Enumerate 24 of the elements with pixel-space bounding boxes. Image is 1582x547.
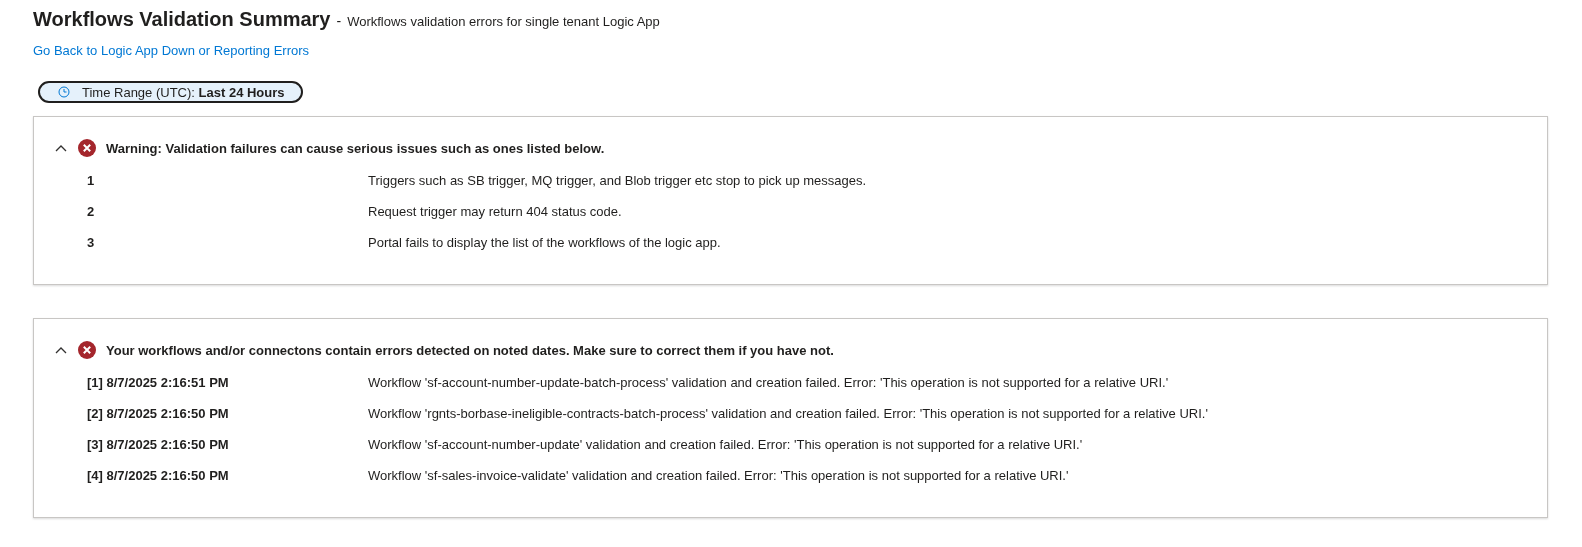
card-message: Your workflows and/or connectons contain errors detected on noted dates. Make sure to correct them if you have not. [106, 342, 834, 358]
card-message: Warning: Validation failures can cause serious issues such as ones listed below. [106, 140, 605, 156]
row-value: Triggers such as SB trigger, MQ trigger, and Blob trigger etc stop to pick up messages. [368, 173, 868, 188]
title-separator: - [336, 13, 342, 29]
row-key: [1] 8/7/2025 2:16:51 PM [87, 375, 368, 390]
row-value: Workflow 'sf-account-number-update' validation and creation failed. Error: 'This operation is not supported for a relative URI.' [368, 437, 1084, 452]
page-subtitle: Workflows validation errors for single tenant Logic App [347, 14, 660, 29]
clock-icon [58, 86, 70, 98]
back-link[interactable]: Go Back to Logic App Down or Reporting Errors [33, 43, 310, 58]
row-key: 1 [87, 173, 368, 188]
error-icon [78, 341, 96, 359]
page-title: Workflows Validation Summary [33, 8, 331, 31]
row-key: 2 [87, 204, 368, 219]
row-key: [3] 8/7/2025 2:16:50 PM [87, 437, 368, 452]
row-value: Workflow 'sf-sales-invoice-validate' validation and creation failed. Error: 'This operation is not supported for a relative URI.' [368, 468, 1070, 483]
row-key: [2] 8/7/2025 2:16:50 PM [87, 406, 368, 421]
row-value: Workflow 'sf-account-number-update-batch-process' validation and creation failed. Error: 'This operation is not supported for a relative URI.' [368, 375, 1170, 390]
row-key: 3 [87, 235, 368, 250]
error-icon [78, 139, 96, 157]
row-value: Portal fails to display the list of the workflows of the logic app. [368, 235, 722, 250]
row-value: Workflow 'rgnts-borbase-ineligible-contracts-batch-process' validation and creation failed. Error: 'This operation is not supported for a relative URI.' [368, 406, 1209, 421]
row-value: Request trigger may return 404 status code. [368, 204, 623, 219]
time-range-button[interactable]: Time Range (UTC): Last 24 Hours [38, 81, 303, 103]
row-key: [4] 8/7/2025 2:16:50 PM [87, 468, 368, 483]
